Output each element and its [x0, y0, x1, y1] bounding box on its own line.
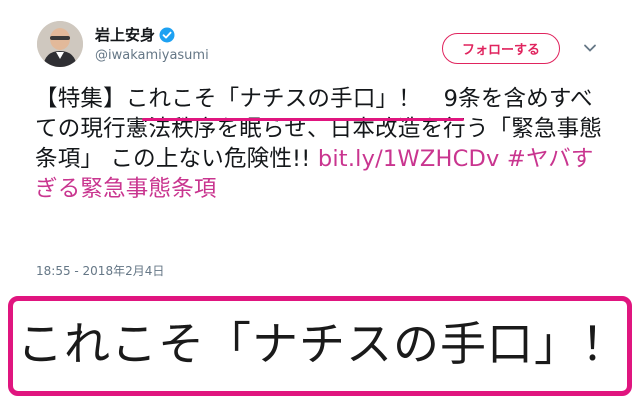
zoom-text: これこそ「ナチスの手口」！ — [17, 317, 628, 371]
verified-badge-icon — [159, 27, 175, 43]
author-row: 岩上安身 — [95, 24, 175, 45]
display-name[interactable]: 岩上安身 — [95, 24, 155, 45]
timestamp[interactable]: 18:55 - 2018年2月4日 — [36, 262, 164, 279]
tweet-link[interactable]: bit.ly/1WZHCDv — [318, 146, 500, 172]
highlight-underline — [142, 118, 464, 121]
avatar-image — [37, 21, 83, 67]
tweet-card: 岩上安身 @iwakamiyasumi フォローする 【特集】これこそ「ナチスの… — [0, 0, 633, 401]
zoom-callout: これこそ「ナチスの手口」！ — [8, 296, 632, 396]
follow-button[interactable]: フォローする — [442, 33, 560, 64]
chevron-down-icon[interactable] — [582, 40, 598, 56]
handle[interactable]: @iwakamiyasumi — [95, 48, 209, 63]
tweet-text-highlight: これこそ「ナチスの手口」 — [125, 86, 399, 112]
tweet-text: 【特集】これこそ「ナチスの手口」！ 9条を含めすべての現行憲法秩序を眠らせ、日本… — [35, 84, 607, 204]
avatar[interactable] — [37, 21, 83, 67]
tweet-text-prefix: 【特集】 — [35, 86, 126, 112]
